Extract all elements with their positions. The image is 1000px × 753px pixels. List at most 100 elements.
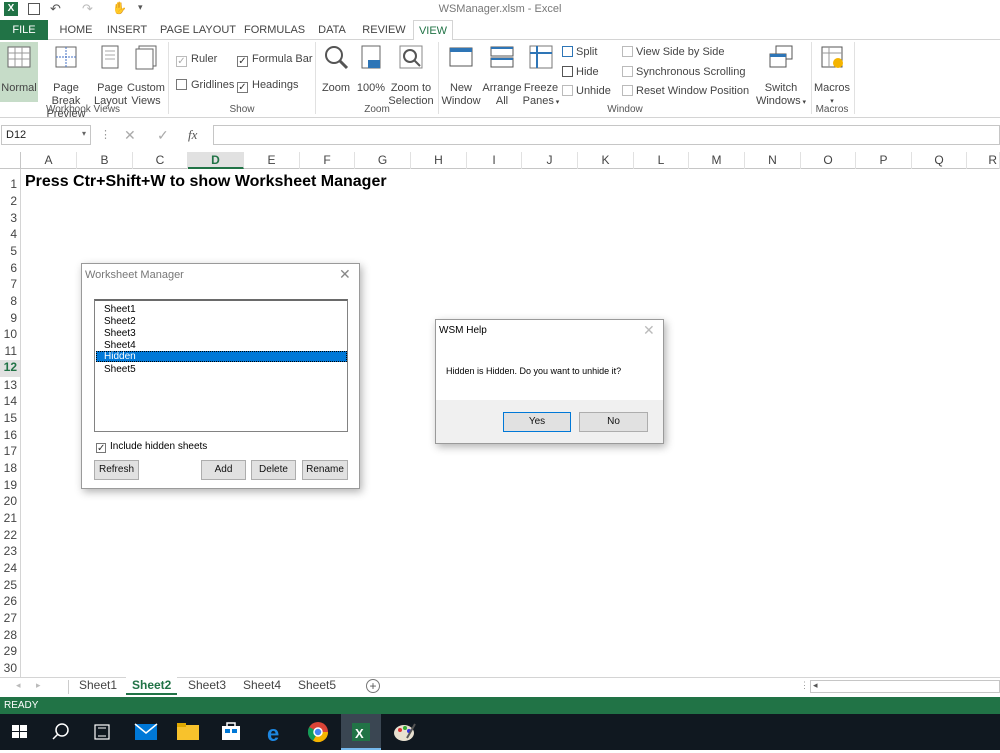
row-header[interactable]: 19: [0, 478, 20, 495]
cancel-formula-icon[interactable]: ✕: [124, 127, 136, 144]
horizontal-scrollbar[interactable]: ◂: [810, 680, 1000, 693]
column-header[interactable]: M: [689, 152, 745, 169]
column-header[interactable]: G: [355, 152, 411, 169]
chrome-icon[interactable]: [298, 714, 338, 750]
no-button[interactable]: No: [579, 412, 648, 432]
tab-view[interactable]: VIEW: [413, 20, 453, 41]
column-header[interactable]: C: [133, 152, 188, 169]
task-view-icon[interactable]: [82, 714, 122, 750]
new-window-button[interactable]: New Window: [441, 44, 481, 108]
name-box[interactable]: D12 ▾: [1, 125, 91, 145]
column-header[interactable]: E: [244, 152, 300, 169]
tab-file[interactable]: FILE: [0, 20, 48, 40]
yes-button[interactable]: Yes: [503, 412, 571, 432]
column-header[interactable]: N: [745, 152, 801, 169]
zoom-button[interactable]: Zoom: [320, 44, 352, 95]
row-header[interactable]: 7: [0, 277, 20, 294]
row-header[interactable]: 23: [0, 544, 20, 561]
close-icon[interactable]: ✕: [643, 322, 655, 339]
column-header[interactable]: R: [967, 152, 1000, 169]
arrange-all-button[interactable]: Arrange All: [482, 44, 522, 108]
column-header[interactable]: A: [21, 152, 77, 169]
row-header[interactable]: 3: [0, 211, 20, 228]
unhide-button[interactable]: Unhide: [562, 85, 611, 97]
formula-input[interactable]: [213, 125, 1000, 145]
view-side-by-side-button[interactable]: View Side by Side: [622, 46, 724, 58]
split-button[interactable]: Split: [562, 46, 597, 58]
sheet-tab[interactable]: Sheet5: [292, 677, 342, 695]
rename-button[interactable]: Rename: [302, 460, 348, 480]
ruler-checkbox[interactable]: ✓ Ruler: [176, 53, 217, 67]
select-all-corner[interactable]: [0, 152, 21, 169]
zoom-to-selection-button[interactable]: Zoom to Selection: [388, 44, 434, 108]
reset-window-position-button[interactable]: Reset Window Position: [622, 85, 749, 97]
row-header[interactable]: 28: [0, 628, 20, 645]
headings-checkbox[interactable]: ✓ Headings: [237, 79, 298, 93]
normal-view-button[interactable]: Normal: [0, 42, 38, 102]
row-header-selected[interactable]: 12: [0, 360, 20, 377]
tab-insert[interactable]: INSERT: [104, 20, 150, 40]
column-header[interactable]: F: [300, 152, 355, 169]
scroll-right-icon[interactable]: ▸: [36, 680, 41, 691]
row-header[interactable]: 5: [0, 244, 20, 261]
column-header[interactable]: K: [578, 152, 634, 169]
delete-button[interactable]: Delete: [251, 460, 296, 480]
cell-a1-text[interactable]: Press Ctr+Shift+W to show Worksheet Mana…: [25, 173, 387, 191]
row-header[interactable]: 20: [0, 494, 20, 511]
row-header[interactable]: 6: [0, 261, 20, 278]
list-item[interactable]: Sheet2: [104, 316, 136, 327]
tab-data[interactable]: DATA: [312, 20, 352, 40]
list-item-selected[interactable]: Hidden: [96, 351, 347, 362]
freeze-panes-button[interactable]: Freeze Panes ▾: [522, 44, 560, 109]
add-button[interactable]: Add: [201, 460, 246, 480]
row-header[interactable]: 27: [0, 611, 20, 628]
close-icon[interactable]: ✕: [339, 266, 351, 283]
custom-views-button[interactable]: Custom Views: [127, 44, 165, 108]
file-explorer-icon[interactable]: [168, 714, 208, 750]
row-header[interactable]: 11: [0, 344, 20, 361]
tab-review[interactable]: REVIEW: [360, 20, 408, 40]
sheet-tab[interactable]: Sheet4: [237, 677, 287, 695]
sheet-list[interactable]: Sheet1 Sheet2 Sheet3 Sheet4 Hidden Sheet…: [94, 299, 348, 432]
row-header[interactable]: 30: [0, 661, 20, 678]
row-header[interactable]: 15: [0, 411, 20, 428]
row-header[interactable]: 17: [0, 444, 20, 461]
mail-icon[interactable]: [126, 714, 166, 750]
row-header[interactable]: 13: [0, 378, 20, 395]
row-header[interactable]: 16: [0, 428, 20, 445]
row-header[interactable]: 14: [0, 394, 20, 411]
switch-windows-button[interactable]: Switch Windows ▾: [754, 44, 808, 109]
add-sheet-icon[interactable]: +: [366, 679, 380, 693]
edge-icon[interactable]: e: [255, 714, 295, 750]
row-header[interactable]: 24: [0, 561, 20, 578]
insert-function-icon[interactable]: fx: [188, 127, 197, 143]
scroll-left-arrow-icon[interactable]: ◂: [813, 680, 818, 691]
sheet-tab[interactable]: Sheet3: [182, 677, 232, 695]
column-header[interactable]: P: [856, 152, 912, 169]
refresh-button[interactable]: Refresh: [94, 460, 139, 480]
row-header[interactable]: 1: [0, 177, 20, 194]
column-header[interactable]: I: [467, 152, 522, 169]
column-header[interactable]: Q: [912, 152, 967, 169]
sheet-tab-active[interactable]: Sheet2: [126, 677, 178, 695]
row-header[interactable]: 25: [0, 578, 20, 595]
zoom-100-button[interactable]: 100%: [355, 44, 387, 95]
page-layout-button[interactable]: Page Layout: [94, 44, 127, 108]
row-header[interactable]: 8: [0, 294, 20, 311]
tab-page-layout[interactable]: PAGE LAYOUT: [158, 20, 238, 40]
list-item[interactable]: Sheet3: [104, 328, 136, 339]
formula-bar-checkbox[interactable]: ✓ Formula Bar: [237, 53, 313, 67]
sheet-tab[interactable]: Sheet1: [73, 677, 123, 695]
column-header[interactable]: B: [77, 152, 133, 169]
list-item[interactable]: Sheet5: [104, 364, 136, 375]
row-header[interactable]: 18: [0, 461, 20, 478]
hide-button[interactable]: Hide: [562, 66, 599, 78]
gridlines-checkbox[interactable]: Gridlines: [176, 79, 234, 91]
column-header[interactable]: H: [411, 152, 467, 169]
row-header[interactable]: 29: [0, 644, 20, 661]
column-header[interactable]: J: [522, 152, 578, 169]
tab-formulas[interactable]: FORMULAS: [244, 20, 305, 40]
windows-start-icon[interactable]: [0, 714, 40, 750]
paint-icon[interactable]: [385, 714, 425, 750]
tab-home[interactable]: HOME: [56, 20, 96, 40]
